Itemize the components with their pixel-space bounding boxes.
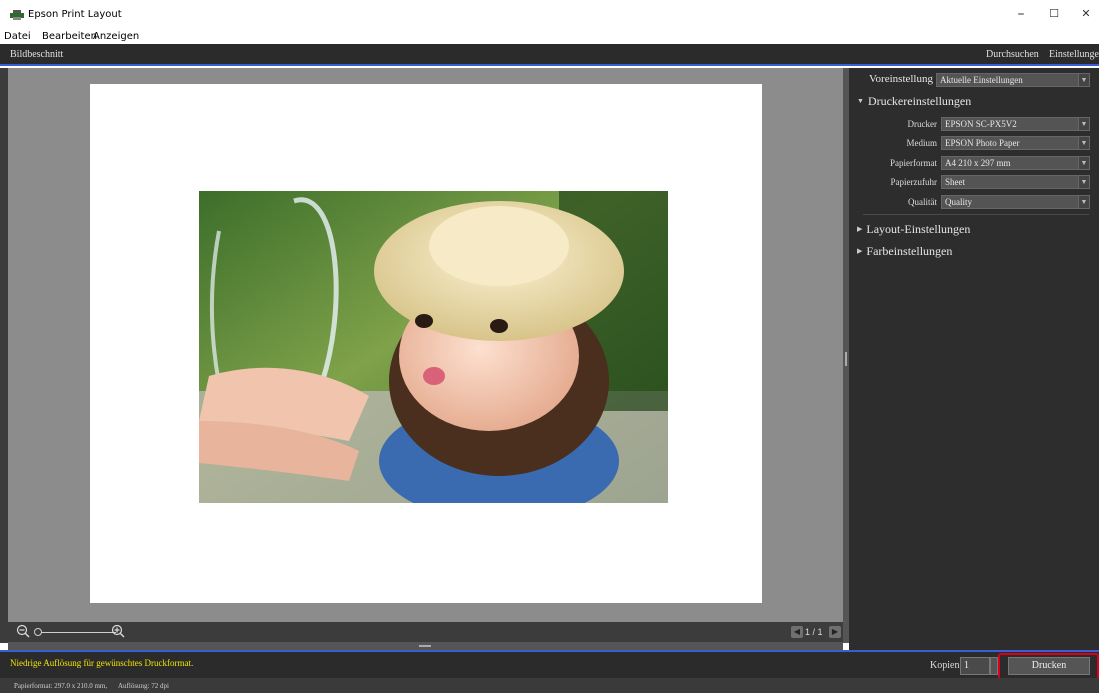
quality-label: Qualität <box>908 197 937 207</box>
chevron-down-icon: ▼ <box>1078 118 1089 130</box>
splitter-grip-horizontal-icon <box>419 645 431 647</box>
printer-value: EPSON SC-PX5V2 <box>945 119 1017 129</box>
section-color-label: Farbeinstellungen <box>866 244 953 258</box>
section-layout-settings[interactable]: ▶ Layout-Einstellungen <box>857 222 970 237</box>
print-button[interactable]: Drucken <box>1008 657 1090 675</box>
photo-illustration <box>199 191 668 503</box>
paper-source-label: Papierzufuhr <box>890 177 937 187</box>
menu-datei[interactable]: Datei <box>4 31 31 42</box>
browse-button[interactable]: Durchsuchen <box>986 49 1039 60</box>
toolbar: Bildbeschnitt Durchsuchen Einstellungen <box>0 44 1099 66</box>
zoom-slider-track[interactable] <box>36 632 116 633</box>
settings-panel: Voreinstellung Aktuelle Einstellungen ▼ … <box>849 68 1099 650</box>
quality-dropdown[interactable]: Quality ▼ <box>941 195 1090 209</box>
medium-label: Medium <box>906 138 938 148</box>
section-color-settings[interactable]: ▶ Farbeinstellungen <box>857 244 952 259</box>
printer-dropdown[interactable]: EPSON SC-PX5V2 ▼ <box>941 117 1090 131</box>
preview-area <box>8 68 843 643</box>
paper-size-row: Papierformat A4 210 x 297 mm ▼ <box>849 156 1099 170</box>
menu-bar: Datei Bearbeiten Anzeigen <box>0 30 1099 44</box>
zoom-in-icon[interactable] <box>111 624 125 638</box>
minimize-button[interactable]: – <box>1011 6 1031 22</box>
paper-size-label: Papierformat <box>890 158 937 168</box>
copies-input[interactable]: 1 <box>960 657 990 675</box>
arrow-left-icon[interactable]: ◀ <box>791 626 803 638</box>
paper-page <box>90 84 762 603</box>
paper-source-row: Papierzufuhr Sheet ▼ <box>849 175 1099 189</box>
quality-row: Qualität Quality ▼ <box>849 195 1099 209</box>
paper-source-dropdown[interactable]: Sheet ▼ <box>941 175 1090 189</box>
section-divider <box>863 214 1089 215</box>
quality-value: Quality <box>945 197 972 207</box>
title-bar: Epson Print Layout – ☐ ✕ <box>0 0 1099 30</box>
crop-button[interactable]: Bildbeschnitt <box>10 49 63 60</box>
copies-spinner[interactable] <box>990 657 998 675</box>
chevron-down-icon: ▼ <box>1078 176 1089 188</box>
chevron-down-icon: ▼ <box>1078 137 1089 149</box>
status-bar: Papierformat: 297.0 x 210.0 mm, Auflösun… <box>0 678 1099 693</box>
paper-size-dropdown[interactable]: A4 210 x 297 mm ▼ <box>941 156 1090 170</box>
chevron-down-icon: ▼ <box>1078 74 1089 86</box>
paper-source-value: Sheet <box>945 177 965 187</box>
preset-dropdown[interactable]: Aktuelle Einstellungen ▼ <box>936 73 1090 87</box>
section-layout-label: Layout-Einstellungen <box>866 222 971 236</box>
zoom-out-icon[interactable] <box>16 624 30 638</box>
splitter-grip-icon <box>845 352 847 366</box>
status-paper-size: Papierformat: 297.0 x 210.0 mm, <box>14 682 108 690</box>
window-title: Epson Print Layout <box>28 9 122 20</box>
chevron-down-icon: ▼ <box>1078 157 1089 169</box>
preset-value: Aktuelle Einstellungen <box>940 75 1023 85</box>
close-button[interactable]: ✕ <box>1076 6 1096 22</box>
zoom-slider-thumb[interactable] <box>34 628 42 636</box>
section-printer-label: Druckereinstellungen <box>867 94 972 108</box>
status-resolution: Auflösung: 72 dpi <box>118 682 169 690</box>
medium-row: Medium EPSON Photo Paper ▼ <box>849 136 1099 150</box>
chevron-down-icon: ▼ <box>1078 196 1089 208</box>
preset-label: Voreinstellung <box>869 73 933 85</box>
zoom-bar: ◀ 1 / 1 ▶ <box>8 622 843 642</box>
section-printer-settings[interactable]: ▼ Druckereinstellungen <box>857 94 971 109</box>
copies-label: Kopien <box>930 660 960 671</box>
left-edge <box>0 68 8 643</box>
bottom-bar: Niedrige Auflösung für gewünschtes Druck… <box>0 650 1099 680</box>
arrow-right-icon[interactable]: ▶ <box>829 626 841 638</box>
medium-value: EPSON Photo Paper <box>945 138 1020 148</box>
page-indicator: 1 / 1 <box>805 627 823 637</box>
medium-dropdown[interactable]: EPSON Photo Paper ▼ <box>941 136 1090 150</box>
triangle-right-icon: ▶ <box>857 225 863 233</box>
preset-row: Voreinstellung Aktuelle Einstellungen ▼ <box>849 73 1099 87</box>
triangle-right-icon: ▶ <box>857 247 863 255</box>
paper-size-value: A4 210 x 297 mm <box>945 158 1011 168</box>
printer-label: Drucker <box>907 119 937 129</box>
settings-button[interactable]: Einstellungen <box>1049 49 1099 60</box>
printer-icon <box>10 10 24 20</box>
maximize-button[interactable]: ☐ <box>1044 6 1064 22</box>
photo-image[interactable] <box>199 191 668 503</box>
triangle-down-icon: ▼ <box>857 97 864 105</box>
printer-row: Drucker EPSON SC-PX5V2 ▼ <box>849 117 1099 131</box>
resolution-warning: Niedrige Auflösung für gewünschtes Druck… <box>10 658 194 668</box>
menu-anzeigen[interactable]: Anzeigen <box>93 31 139 42</box>
menu-bearbeiten[interactable]: Bearbeiten <box>42 31 97 42</box>
